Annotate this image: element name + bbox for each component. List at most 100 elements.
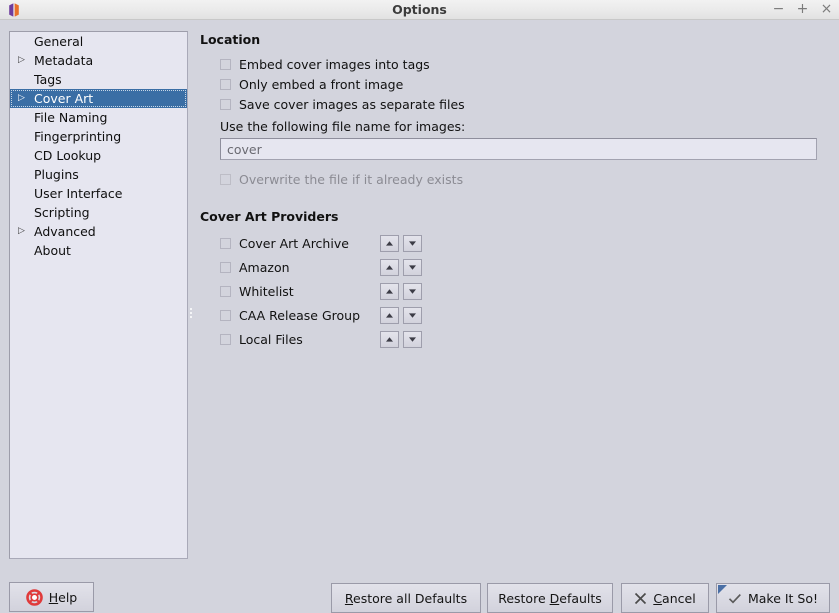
- sidebar-item-label: Fingerprinting: [34, 129, 122, 144]
- sidebar-item-fingerprinting[interactable]: Fingerprinting: [10, 127, 187, 146]
- cover-art-settings-pane: Location Embed cover images into tags On…: [200, 31, 825, 351]
- provider-checkbox[interactable]: [220, 309, 231, 321]
- title-bar: Options − + ×: [0, 0, 839, 20]
- checkbox-save-separate-files[interactable]: Save cover images as separate files: [220, 94, 825, 114]
- move-up-button[interactable]: [380, 306, 399, 324]
- sidebar-item-tags[interactable]: Tags: [10, 70, 187, 89]
- cross-icon: [634, 592, 647, 605]
- checkbox-label: Embed cover images into tags: [239, 56, 430, 72]
- providers-group-title: Cover Art Providers: [200, 209, 339, 224]
- window-title: Options: [392, 2, 447, 17]
- restore-all-defaults-button[interactable]: Restore all Defaults: [331, 583, 481, 613]
- cover-art-providers-list: Cover Art Archive Amazon Whitelist CAA Rele…: [200, 231, 825, 351]
- restore-all-mnemonic: R: [344, 590, 354, 606]
- checkbox-box[interactable]: [220, 78, 231, 90]
- restore-label: Restore Defaults: [498, 591, 602, 606]
- maximize-button[interactable]: +: [796, 0, 809, 19]
- restore-pre: Restore: [498, 590, 550, 606]
- move-down-button[interactable]: [403, 306, 422, 324]
- provider-checkbox[interactable]: [220, 261, 231, 273]
- help-mnemonic: H: [48, 589, 59, 605]
- restore-mnemonic: D: [549, 590, 560, 606]
- help-button[interactable]: Help: [9, 582, 94, 612]
- move-up-button[interactable]: [380, 330, 399, 348]
- chevron-right-icon[interactable]: ▷: [18, 89, 32, 108]
- sidebar-item-label: File Naming: [34, 110, 108, 125]
- checkbox-label: Only embed a front image: [239, 76, 404, 92]
- checkbox-only-front-image[interactable]: Only embed a front image: [220, 74, 825, 94]
- sidebar-item-metadata[interactable]: ▷ Metadata: [10, 51, 187, 70]
- sidebar-item-label: Scripting: [34, 205, 90, 220]
- sidebar-item-label: Metadata: [34, 53, 94, 68]
- sidebar-item-label: About: [34, 243, 71, 258]
- help-post: elp: [58, 589, 78, 605]
- help-button-label: Help: [49, 590, 78, 605]
- move-down-button[interactable]: [403, 330, 422, 348]
- sidebar-item-advanced[interactable]: ▷ Advanced: [10, 222, 187, 241]
- make-it-so-button[interactable]: Make It So!: [716, 583, 830, 613]
- cancel-mnemonic: C: [653, 590, 663, 606]
- provider-row: Amazon: [220, 255, 825, 279]
- lifesaver-icon: [25, 588, 43, 606]
- restore-all-post: estore all Defaults: [353, 590, 468, 606]
- move-up-button[interactable]: [380, 258, 399, 276]
- sidebar-item-scripting[interactable]: Scripting: [10, 203, 187, 222]
- location-group-title: Location: [200, 32, 261, 47]
- window-controls: − + ×: [772, 0, 833, 19]
- make-it-so-label: Make It So!: [747, 590, 819, 606]
- checkbox-label: Overwrite the file if it already exists: [239, 171, 464, 187]
- restore-all-label: Restore all Defaults: [345, 591, 467, 606]
- sidebar-item-label: General: [34, 34, 84, 49]
- minimize-button[interactable]: −: [772, 0, 785, 19]
- check-icon: [728, 592, 742, 605]
- provider-label: Amazon: [239, 259, 290, 275]
- sidebar-item-cd-lookup[interactable]: CD Lookup: [10, 146, 187, 165]
- filename-field-label: Use the following file name for images:: [220, 119, 466, 134]
- checkbox-box[interactable]: [220, 98, 231, 110]
- chevron-right-icon[interactable]: ▷: [18, 222, 32, 241]
- provider-label: Local Files: [239, 331, 303, 347]
- sidebar-item-label: CD Lookup: [34, 148, 102, 163]
- provider-row: Cover Art Archive: [220, 231, 825, 255]
- cancel-button[interactable]: Cancel: [621, 583, 709, 613]
- cancel-label: Cancel: [653, 591, 695, 606]
- provider-row: Whitelist: [220, 279, 825, 303]
- provider-checkbox[interactable]: [220, 285, 231, 297]
- sidebar-item-label: Tags: [34, 72, 62, 87]
- checkbox-overwrite-existing: Overwrite the file if it already exists: [220, 169, 825, 189]
- sidebar-item-about[interactable]: About: [10, 241, 187, 260]
- provider-checkbox[interactable]: [220, 237, 231, 249]
- close-button[interactable]: ×: [820, 0, 833, 19]
- sidebar-item-plugins[interactable]: Plugins: [10, 165, 187, 184]
- provider-row: Local Files: [220, 327, 825, 351]
- checkbox-embed-cover-images[interactable]: Embed cover images into tags: [220, 54, 825, 74]
- restore-post: efaults: [559, 590, 602, 606]
- sidebar-item-user-interface[interactable]: User Interface: [10, 184, 187, 203]
- provider-checkbox[interactable]: [220, 333, 231, 345]
- sidebar-item-label: Plugins: [34, 167, 79, 182]
- sidebar-item-label: Cover Art: [34, 91, 94, 106]
- splitter-handle[interactable]: [188, 300, 193, 326]
- checkbox-box: [220, 173, 231, 185]
- sidebar-item-file-naming[interactable]: File Naming: [10, 108, 187, 127]
- sidebar-item-general[interactable]: General: [10, 32, 187, 51]
- provider-label: Cover Art Archive: [239, 235, 349, 251]
- checkbox-box[interactable]: [220, 58, 231, 70]
- provider-row: CAA Release Group: [220, 303, 825, 327]
- checkbox-label: Save cover images as separate files: [239, 96, 465, 112]
- sidebar-item-cover-art[interactable]: ▷ Cover Art: [10, 89, 187, 108]
- move-down-button[interactable]: [403, 258, 422, 276]
- chevron-right-icon[interactable]: ▷: [18, 51, 32, 70]
- settings-category-tree[interactable]: General ▷ Metadata Tags ▷ Cover Art File Namin…: [9, 31, 188, 559]
- provider-label: CAA Release Group: [239, 307, 361, 323]
- sidebar-item-label: Advanced: [34, 224, 96, 239]
- cancel-post: ancel: [662, 590, 696, 606]
- restore-defaults-button[interactable]: Restore Defaults: [487, 583, 613, 613]
- move-up-button[interactable]: [380, 282, 399, 300]
- move-up-button[interactable]: [380, 234, 399, 252]
- sidebar-item-label: User Interface: [34, 186, 123, 201]
- move-down-button[interactable]: [403, 234, 422, 252]
- cover-filename-input[interactable]: [220, 138, 817, 160]
- provider-label: Whitelist: [239, 283, 294, 299]
- move-down-button[interactable]: [403, 282, 422, 300]
